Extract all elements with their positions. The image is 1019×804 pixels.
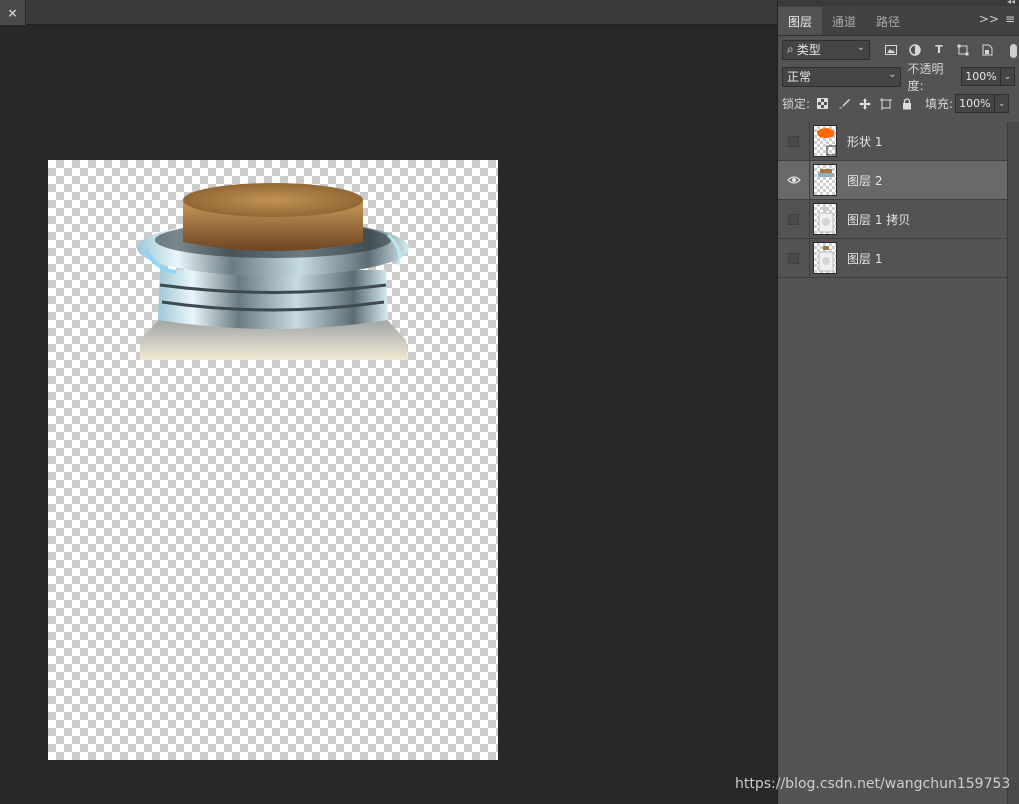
tab-channels[interactable]: 通道: [822, 7, 866, 35]
chevron-down-icon: ⌄: [888, 68, 897, 80]
hidden-visibility-box: [788, 252, 799, 264]
lock-transparent-pixels-icon[interactable]: [816, 97, 829, 110]
layer-list: 形状 1 图层 2 图层 1 拷贝 图层 1: [778, 121, 1007, 278]
visibility-toggle[interactable]: [778, 199, 810, 239]
lock-row: 锁定: 填充: 100% ⌄: [778, 90, 1019, 117]
layer-name: 图层 1: [847, 251, 883, 266]
document-tab-bar: ×: [0, 0, 777, 25]
expand-panels-icon[interactable]: >>: [979, 12, 999, 26]
lock-position-icon[interactable]: [858, 97, 871, 110]
hidden-visibility-box: [788, 135, 799, 147]
opacity-dropdown-icon[interactable]: ⌄: [1001, 67, 1015, 86]
layers-panel: ◂◂ 图层 通道 路径 >> ≡ ⌕ 类型 ⌄ T 正常 ⌄ 不透明度: 100…: [777, 0, 1019, 804]
blend-mode-select[interactable]: 正常 ⌄: [782, 66, 902, 87]
smart-object-filter-icon[interactable]: [980, 43, 994, 57]
blend-mode-value: 正常: [787, 70, 812, 84]
lock-label: 锁定:: [782, 97, 811, 111]
visibility-toggle[interactable]: [778, 160, 810, 200]
layer-filter-select[interactable]: ⌕ 类型 ⌄: [782, 39, 870, 60]
fill-input[interactable]: 100%: [955, 94, 996, 113]
search-icon: ⌕: [787, 42, 794, 56]
filter-toggle[interactable]: [1010, 44, 1017, 58]
chevron-down-icon: ⌄: [856, 41, 865, 53]
shape-filter-icon[interactable]: [956, 43, 970, 57]
fill-dropdown-icon[interactable]: ⌄: [995, 94, 1010, 113]
layer-name: 图层 1 拷贝: [847, 212, 911, 227]
layer-row[interactable]: 图层 1 拷贝: [778, 199, 1007, 239]
hidden-visibility-box: [788, 213, 799, 225]
layer-row[interactable]: 形状 1: [778, 121, 1007, 161]
tab-layers[interactable]: 图层: [778, 7, 823, 35]
image-filter-icon[interactable]: [884, 43, 898, 57]
workspace: [0, 26, 777, 804]
visibility-toggle[interactable]: [778, 121, 810, 161]
cork-top: [183, 183, 363, 217]
layer-row[interactable]: 图层 1: [778, 238, 1007, 278]
type-filter-icon[interactable]: T: [932, 43, 946, 57]
prevent-autonest-icon[interactable]: [879, 97, 892, 110]
bottle-neck: [158, 270, 388, 329]
layers-scrollbar[interactable]: [1007, 122, 1019, 804]
document-canvas[interactable]: [48, 160, 498, 760]
layer-row[interactable]: 图层 2: [778, 160, 1007, 200]
eye-icon: [786, 176, 801, 184]
layer-thumbnail: [813, 203, 837, 235]
shape-thumb-fill: [816, 128, 835, 138]
filter-type-label: 类型: [796, 43, 821, 57]
lock-all-icon[interactable]: [900, 97, 913, 110]
bottle-neck-image: [137, 183, 409, 360]
tab-paths[interactable]: 路径: [866, 7, 910, 35]
watermark-text: https://blog.csdn.net/wangchun159753: [735, 776, 1011, 792]
layer-thumbnail: [813, 242, 837, 274]
panel-tab-bar: 图层 通道 路径 >> ≡: [778, 6, 1019, 36]
layer-thumbnail: [813, 125, 837, 157]
layer-thumbnail: [813, 164, 837, 196]
opacity-input[interactable]: 100%: [961, 67, 1002, 86]
opacity-label: 不透明度:: [907, 61, 944, 93]
visibility-toggle[interactable]: [778, 238, 810, 278]
filter-row: ⌕ 类型 ⌄ T: [778, 36, 1019, 63]
fill-label: 填充:: [925, 97, 954, 111]
lock-image-pixels-icon[interactable]: [837, 97, 850, 110]
layer-name: 形状 1: [847, 134, 883, 149]
photoshop-window: × ◂◂ 图层 通道 路径 >> ≡ ⌕ 类型 ⌄ T 正常 ⌄ 不透明度: 1…: [0, 0, 1019, 804]
blend-row: 正常 ⌄ 不透明度: 100% ⌄: [778, 62, 1019, 93]
close-document-button[interactable]: ×: [0, 0, 26, 25]
panel-menu-icon[interactable]: ≡: [1005, 12, 1015, 26]
adjustment-filter-icon[interactable]: [908, 43, 922, 57]
layer-name: 图层 2: [847, 173, 883, 188]
